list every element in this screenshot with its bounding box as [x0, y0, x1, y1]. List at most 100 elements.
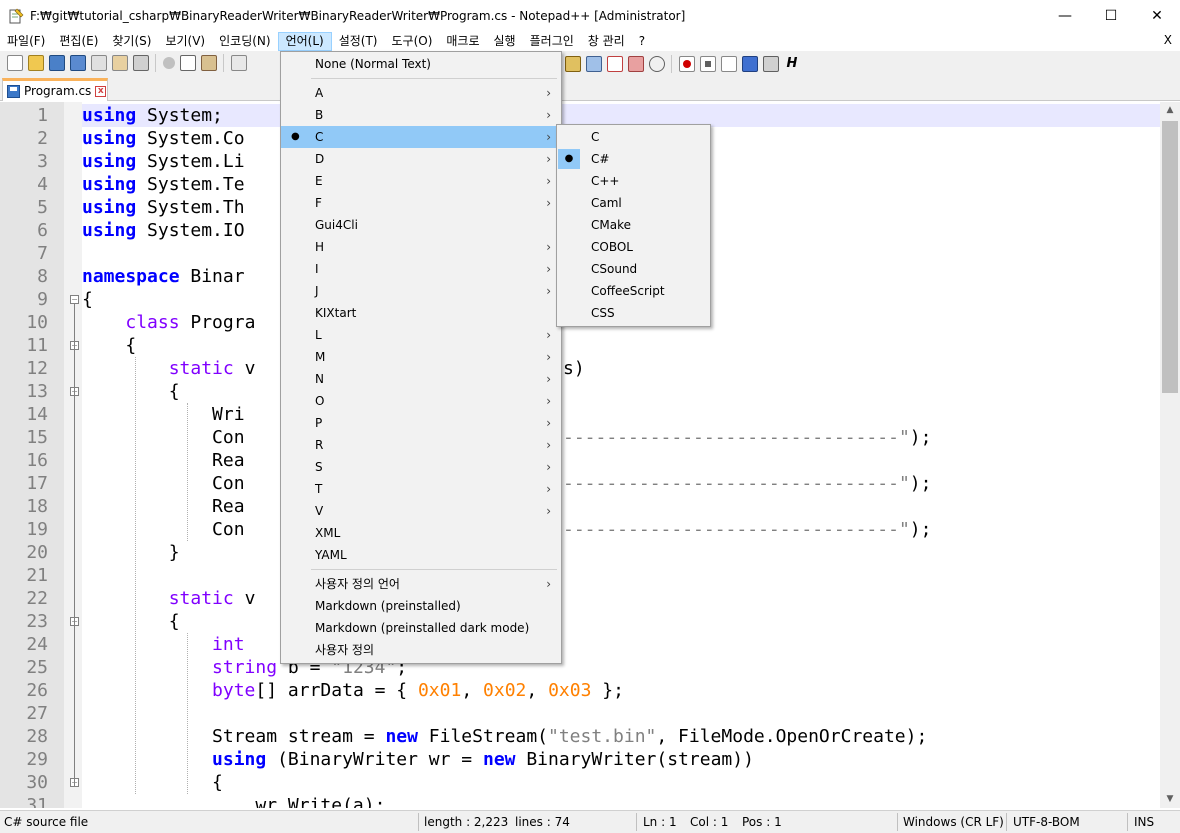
paste-icon[interactable]	[201, 55, 217, 71]
menu-item-label: C#	[591, 152, 610, 166]
code-token: Stream stream =	[212, 726, 386, 747]
fold-toggle-icon[interactable]: −	[70, 295, 79, 304]
save-all-icon[interactable]	[70, 55, 86, 71]
language-menu-item[interactable]: S ›	[281, 456, 561, 478]
code-line: Rea	[82, 449, 245, 472]
language-menu-item[interactable]: I ›	[281, 258, 561, 280]
maximize-button[interactable]: ☐	[1088, 0, 1134, 31]
close-document-button[interactable]: X	[1164, 33, 1172, 47]
menu-plugins[interactable]: 플러그인	[523, 32, 581, 51]
language-menu-item[interactable]: YAML	[281, 544, 561, 566]
status-lines: lines : 74	[515, 815, 570, 829]
menu-tools[interactable]: 도구(O)	[385, 32, 440, 51]
menu-window[interactable]: 창 관리	[581, 32, 632, 51]
language-menu-item[interactable]: 사용자 정의 언어 ›	[281, 573, 561, 595]
language-menu-item[interactable]: XML	[281, 522, 561, 544]
macro-save-icon[interactable]	[763, 56, 779, 72]
scroll-up-icon[interactable]: ▲	[1160, 102, 1180, 119]
language-menu-item[interactable]: E ›	[281, 170, 561, 192]
type-keyword-token: class	[125, 312, 180, 333]
menu-item-label: I	[315, 262, 319, 276]
code-token: System.Th	[136, 197, 245, 218]
folder-workspace-icon[interactable]	[607, 56, 623, 72]
menu-item-label: XML	[315, 526, 341, 540]
close-icon[interactable]	[91, 55, 107, 71]
language-menu-item[interactable]: B ›	[281, 104, 561, 126]
macro-run-multiple-icon[interactable]	[742, 56, 758, 72]
close-window-button[interactable]: ✕	[1134, 0, 1180, 31]
menu-item-label: Markdown (preinstalled dark mode)	[315, 621, 530, 635]
language-menu-item[interactable]: M ›	[281, 346, 561, 368]
language-menu-item[interactable]: L ›	[281, 324, 561, 346]
language-menu-item[interactable]: R ›	[281, 434, 561, 456]
macro-record-icon[interactable]	[679, 56, 695, 72]
tab-close-icon[interactable]: x	[95, 85, 107, 97]
status-insert-mode: INS	[1134, 815, 1155, 829]
code-token: Con	[212, 427, 245, 448]
menu-search[interactable]: 찾기(S)	[105, 32, 158, 51]
scroll-down-icon[interactable]: ▼	[1160, 791, 1180, 808]
close-all-icon[interactable]	[112, 55, 128, 71]
language-menu-item[interactable]: Markdown (preinstalled)	[281, 595, 561, 617]
menu-macro[interactable]: 매크로	[439, 32, 486, 51]
submenu-arrow-icon: ›	[546, 152, 551, 166]
language-menu-item[interactable]: T ›	[281, 478, 561, 500]
language-menu-item[interactable]: N ›	[281, 368, 561, 390]
language-menu-item[interactable]: C ● ›	[281, 126, 561, 148]
c-submenu-item[interactable]: CSS	[557, 302, 712, 324]
menu-run[interactable]: 실행	[487, 32, 523, 51]
macro-stop-icon[interactable]	[700, 56, 716, 72]
function-list-icon[interactable]	[586, 56, 602, 72]
macro-play-icon[interactable]	[721, 56, 737, 72]
c-submenu-item[interactable]: C++	[557, 170, 712, 192]
menu-view[interactable]: 보기(V)	[158, 32, 212, 51]
menu-help[interactable]: ?	[632, 32, 652, 51]
tab-program-cs[interactable]: Program.cs x	[2, 78, 108, 101]
menu-file[interactable]: 파일(F)	[0, 32, 52, 51]
c-submenu-item[interactable]: ● C#	[557, 148, 712, 170]
scrollbar-thumb[interactable]	[1162, 121, 1178, 393]
open-file-icon[interactable]	[28, 55, 44, 71]
c-submenu-item[interactable]: CMake	[557, 214, 712, 236]
minimize-button[interactable]: —	[1042, 0, 1088, 31]
menu-edit[interactable]: 편집(E)	[52, 32, 105, 51]
copy-icon[interactable]	[180, 55, 196, 71]
line-number: 31	[26, 795, 48, 808]
doc-map-icon[interactable]	[565, 56, 581, 72]
save-icon[interactable]	[49, 55, 65, 71]
language-menu-item[interactable]: None (Normal Text)	[281, 53, 561, 75]
language-menu-item[interactable]: D ›	[281, 148, 561, 170]
code-line: using System.Li	[82, 150, 245, 173]
language-menu-item[interactable]: F ›	[281, 192, 561, 214]
language-menu-item[interactable]: V ›	[281, 500, 561, 522]
language-menu-item[interactable]: J ›	[281, 280, 561, 302]
menu-encoding[interactable]: 인코딩(N)	[212, 32, 277, 51]
language-menu-item[interactable]: KIXtart	[281, 302, 561, 324]
monitoring-icon[interactable]	[628, 56, 644, 72]
c-submenu-item[interactable]: C	[557, 126, 712, 148]
language-menu-item[interactable]: Markdown (preinstalled dark mode)	[281, 617, 561, 639]
c-submenu-item[interactable]: CSound	[557, 258, 712, 280]
eye-icon[interactable]	[649, 56, 665, 72]
language-menu-item[interactable]: P ›	[281, 412, 561, 434]
print-icon[interactable]	[133, 55, 149, 71]
language-menu-item[interactable]: 사용자 정의	[281, 639, 561, 661]
c-submenu-item[interactable]: COBOL	[557, 236, 712, 258]
c-submenu-item[interactable]: CoffeeScript	[557, 280, 712, 302]
new-file-icon[interactable]	[7, 55, 23, 71]
menu-language[interactable]: 언어(L)	[277, 31, 332, 51]
spellcheck-icon[interactable]: H	[784, 56, 800, 72]
line-number: 13	[26, 381, 48, 402]
language-menu-item[interactable]: H ›	[281, 236, 561, 258]
language-menu-item[interactable]: O ›	[281, 390, 561, 412]
undo-icon[interactable]	[231, 55, 247, 71]
menu-item-label: T	[315, 482, 323, 496]
language-menu-item[interactable]: A ›	[281, 82, 561, 104]
menu-item-label: S	[315, 460, 323, 474]
c-submenu-item[interactable]: Caml	[557, 192, 712, 214]
vertical-scrollbar[interactable]: ▲ ▼	[1160, 102, 1180, 808]
status-ln: Ln : 1	[643, 815, 677, 829]
language-menu-item[interactable]: Gui4Cli	[281, 214, 561, 236]
cut-icon[interactable]	[163, 57, 175, 69]
menu-settings[interactable]: 설정(T)	[332, 32, 385, 51]
